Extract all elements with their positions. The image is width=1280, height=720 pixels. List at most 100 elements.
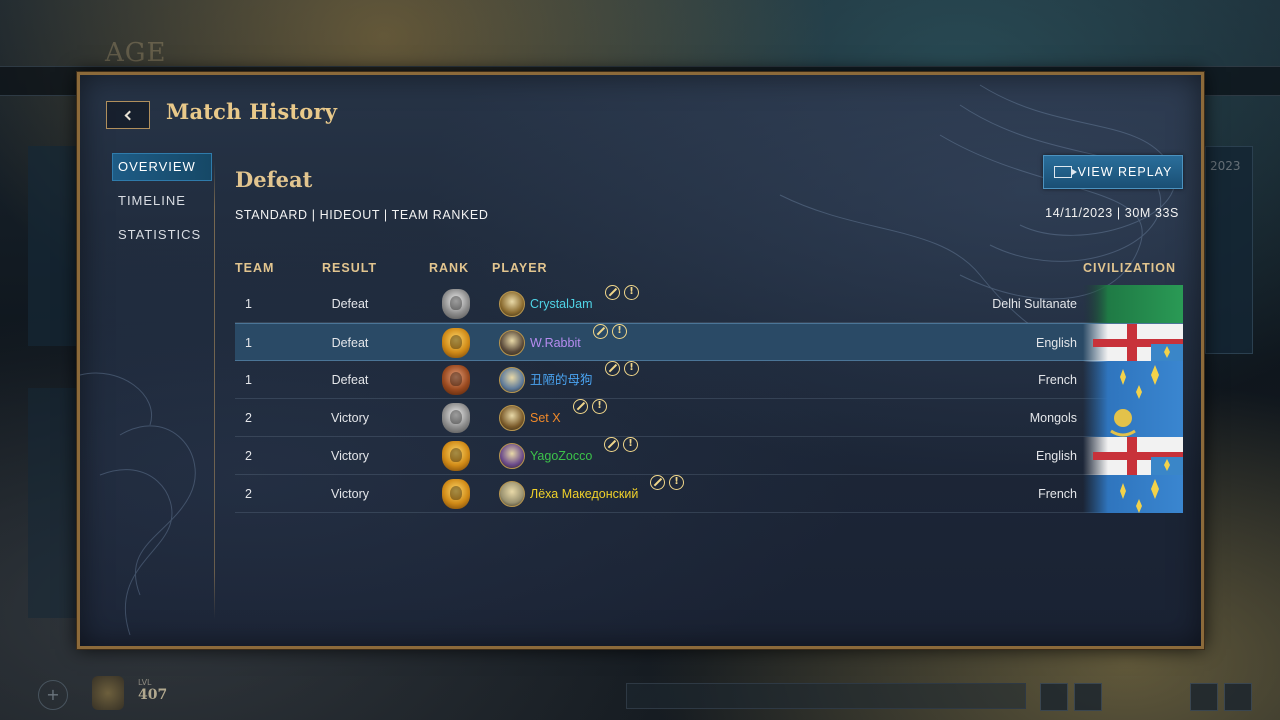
result-cell: Victory — [331, 411, 369, 425]
tab-statistics[interactable]: STATISTICS — [112, 221, 212, 249]
table-row[interactable]: 2 Victory Set X Mongols! — [235, 399, 1183, 437]
rank-badge-icon — [442, 403, 472, 433]
nav-divider — [214, 161, 215, 619]
civilization-cell: Mongols — [1029, 411, 1077, 425]
civilization-cell: English — [1036, 449, 1077, 463]
block-icon[interactable] — [605, 361, 620, 376]
rank-badge-icon — [442, 479, 472, 509]
table-body: 1 Defeat CrystalJam Delhi Sultanate! 1 Defeat… — [235, 285, 1183, 513]
report-icon[interactable]: ! — [592, 399, 607, 414]
team-cell: 1 — [245, 336, 252, 350]
player-action-icons: ! — [605, 285, 639, 300]
player-name-link[interactable]: W.Rabbit — [530, 324, 581, 362]
result-cell: Defeat — [331, 373, 369, 387]
avatar[interactable] — [499, 330, 525, 356]
result-cell: Victory — [331, 449, 369, 463]
level-value: 407 — [138, 687, 168, 703]
table-row[interactable]: 1 Defeat W.Rabbit English! — [235, 323, 1183, 362]
back-button[interactable] — [106, 101, 150, 129]
table-header: TEAM RESULT RANK PLAYER CIVILIZATION — [235, 261, 1183, 285]
background-panel — [28, 388, 78, 618]
player-name-link[interactable]: Set X — [530, 399, 561, 437]
block-icon[interactable] — [604, 437, 619, 452]
report-icon[interactable]: ! — [624, 285, 639, 300]
video-camera-icon — [1053, 166, 1077, 178]
result-cell: Defeat — [331, 297, 369, 311]
civilization-flag-icon — [1083, 475, 1183, 513]
column-header-rank: RANK — [429, 261, 470, 275]
civilization-flag-icon — [1083, 324, 1183, 362]
player-name-link[interactable]: Лёха Македонский — [530, 475, 638, 513]
rank-badge-icon — [442, 328, 472, 358]
block-icon[interactable] — [605, 285, 620, 300]
match-result-heading: Defeat — [235, 167, 313, 192]
team-cell: 2 — [245, 487, 252, 501]
report-icon[interactable]: ! — [623, 437, 638, 452]
civilization-flag-icon — [1083, 361, 1183, 399]
civilization-cell: English — [1036, 336, 1077, 350]
match-history-nav: OVERVIEW TIMELINE STATISTICS — [112, 153, 212, 255]
avatar[interactable] — [499, 481, 525, 507]
player-action-icons: ! — [605, 361, 639, 376]
block-icon[interactable] — [650, 475, 665, 490]
match-date-duration: 14/11/2023 | 30M 33S — [1045, 206, 1179, 220]
player-emblem-icon — [92, 676, 124, 710]
player-level: LVL 407 — [138, 678, 167, 703]
background-logo: AGE — [105, 38, 167, 68]
background-button — [1074, 683, 1102, 711]
report-icon[interactable]: ! — [669, 475, 684, 490]
rank-badge-icon — [442, 289, 472, 319]
avatar[interactable] — [499, 405, 525, 431]
background-button — [1040, 683, 1068, 711]
column-header-team: TEAM — [235, 261, 275, 275]
column-header-civilization: CIVILIZATION — [1082, 261, 1176, 275]
page-title: Match History — [166, 99, 338, 124]
match-history-modal: Match History OVERVIEW TIMELINE STATISTI… — [77, 72, 1204, 649]
block-icon[interactable] — [593, 324, 608, 339]
team-cell: 2 — [245, 411, 252, 425]
column-header-result: RESULT — [322, 261, 378, 275]
chevron-left-icon — [124, 110, 135, 120]
player-action-icons: ! — [593, 324, 627, 339]
civilization-flag-icon — [1083, 399, 1183, 437]
report-icon[interactable]: ! — [624, 361, 639, 376]
civilization-cell: French — [1038, 487, 1077, 501]
background-chat-bar — [626, 683, 1026, 709]
avatar[interactable] — [499, 291, 525, 317]
background-panel-right: 2023 — [1205, 146, 1253, 354]
player-name-link[interactable]: 丑陋的母狗 — [530, 361, 593, 399]
background-panel-text: 2023 — [1210, 159, 1241, 173]
view-replay-button[interactable]: VIEW REPLAY — [1043, 155, 1183, 189]
civilization-cell: French — [1038, 373, 1077, 387]
result-cell: Victory — [331, 487, 369, 501]
background-panel — [28, 146, 78, 346]
avatar[interactable] — [499, 367, 525, 393]
table-row[interactable]: 2 Victory YagoZocco English! — [235, 437, 1183, 475]
table-row[interactable]: 1 Defeat CrystalJam Delhi Sultanate! — [235, 285, 1183, 323]
civilization-cell: Delhi Sultanate — [992, 297, 1077, 311]
tab-timeline[interactable]: TIMELINE — [112, 187, 212, 215]
level-label: LVL — [138, 678, 152, 687]
settings-icon — [1190, 683, 1218, 711]
player-action-icons: ! — [650, 475, 684, 490]
players-table: TEAM RESULT RANK PLAYER CIVILIZATION 1 De… — [235, 261, 1183, 513]
match-meta: STANDARD | HIDEOUT | TEAM RANKED — [235, 208, 489, 222]
column-header-player: PLAYER — [492, 261, 548, 275]
player-name-link[interactable]: YagoZocco — [530, 437, 592, 475]
civilization-flag-icon — [1083, 285, 1183, 323]
team-cell: 1 — [245, 297, 252, 311]
table-row[interactable]: 1 Defeat 丑陋的母狗 French! — [235, 361, 1183, 399]
block-icon[interactable] — [573, 399, 588, 414]
player-action-icons: ! — [573, 399, 607, 414]
civilization-flag-icon — [1083, 437, 1183, 475]
plus-icon: + — [38, 680, 68, 710]
player-action-icons: ! — [604, 437, 638, 452]
avatar[interactable] — [499, 443, 525, 469]
tab-overview[interactable]: OVERVIEW — [112, 153, 212, 181]
team-cell: 1 — [245, 373, 252, 387]
team-cell: 2 — [245, 449, 252, 463]
player-name-link[interactable]: CrystalJam — [530, 285, 593, 323]
report-icon[interactable]: ! — [612, 324, 627, 339]
table-row[interactable]: 2 Victory Лёха Македонский French! — [235, 475, 1183, 513]
rank-badge-icon — [442, 365, 472, 395]
